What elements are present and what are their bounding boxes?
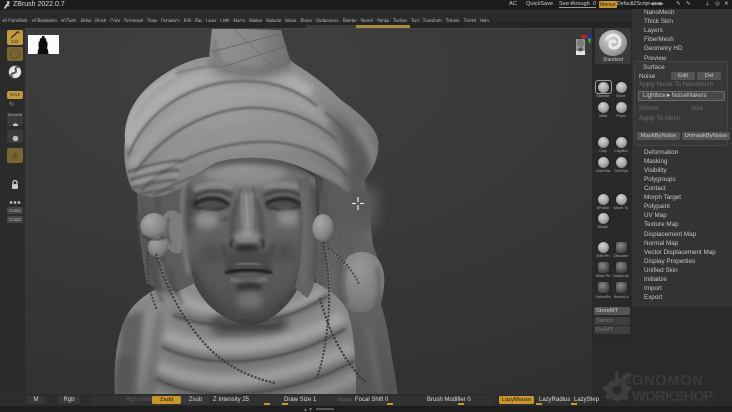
svg-text:GNOMON: GNOMON — [632, 373, 704, 389]
svg-text:THE: THE — [626, 371, 633, 385]
svg-text:WORKSHOP: WORKSHOP — [632, 389, 714, 405]
